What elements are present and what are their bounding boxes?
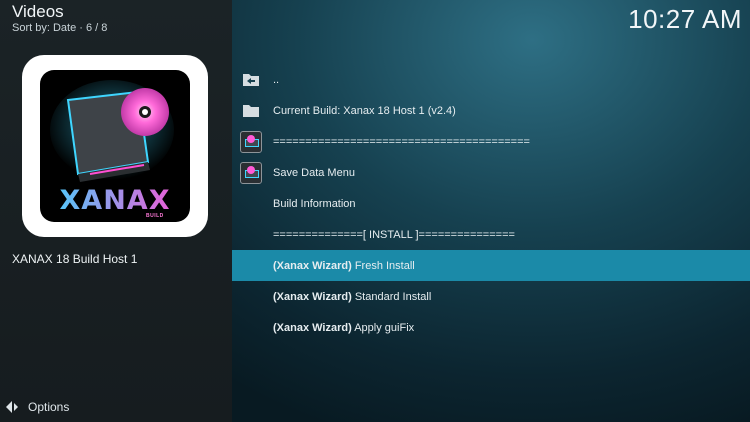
clock: 10:27 AM bbox=[628, 4, 742, 34]
logo-subtext: BUILD bbox=[146, 213, 164, 219]
list-item-install-separator[interactable]: ==============[ INSTALL ]=============== bbox=[232, 219, 750, 250]
list-item-save-data-menu[interactable]: Save Data Menu bbox=[232, 157, 750, 188]
list-item-build-information[interactable]: Build Information bbox=[232, 188, 750, 219]
list-item-parent-folder[interactable]: .. bbox=[232, 64, 750, 95]
item-label: Standard Install bbox=[354, 290, 432, 303]
window-title: Videos bbox=[12, 2, 64, 21]
options-label: Options bbox=[28, 400, 70, 414]
logo-text: XANAX bbox=[40, 185, 190, 216]
folder-icon bbox=[240, 100, 262, 122]
list-item-separator[interactable]: ======================================== bbox=[232, 126, 750, 157]
xanax-logo-icon bbox=[240, 130, 262, 153]
list-item-fresh-install[interactable]: (Xanax Wizard) Fresh Install bbox=[232, 250, 750, 281]
folder-back-icon bbox=[240, 69, 262, 91]
wizard-prefix: (Xanax Wizard) bbox=[273, 321, 352, 334]
list-item-current-build[interactable]: Current Build: Xanax 18 Host 1 (v2.4) bbox=[232, 95, 750, 126]
file-list: .. Current Build: Xanax 18 Host 1 (v2.4)… bbox=[232, 64, 750, 343]
xanax-build-logo: XANAX BUILD bbox=[40, 70, 190, 222]
item-label: Apply guiFix bbox=[354, 321, 415, 334]
item-label: Fresh Install bbox=[354, 259, 415, 272]
sort-info[interactable]: Sort by: Date · 6 / 8 bbox=[12, 22, 107, 34]
options-arrows-icon bbox=[6, 401, 18, 413]
selected-item-name: XANAX 18 Build Host 1 bbox=[12, 252, 138, 266]
wizard-prefix: (Xanax Wizard) bbox=[273, 290, 352, 303]
options-button[interactable]: Options bbox=[6, 400, 69, 414]
list-item-apply-guifix[interactable]: (Xanax Wizard) Apply guiFix bbox=[232, 312, 750, 343]
preview-thumbnail: XANAX BUILD bbox=[22, 55, 208, 237]
xanax-logo-icon bbox=[240, 161, 262, 184]
list-item-standard-install[interactable]: (Xanax Wizard) Standard Install bbox=[232, 281, 750, 312]
wizard-prefix: (Xanax Wizard) bbox=[273, 259, 352, 272]
